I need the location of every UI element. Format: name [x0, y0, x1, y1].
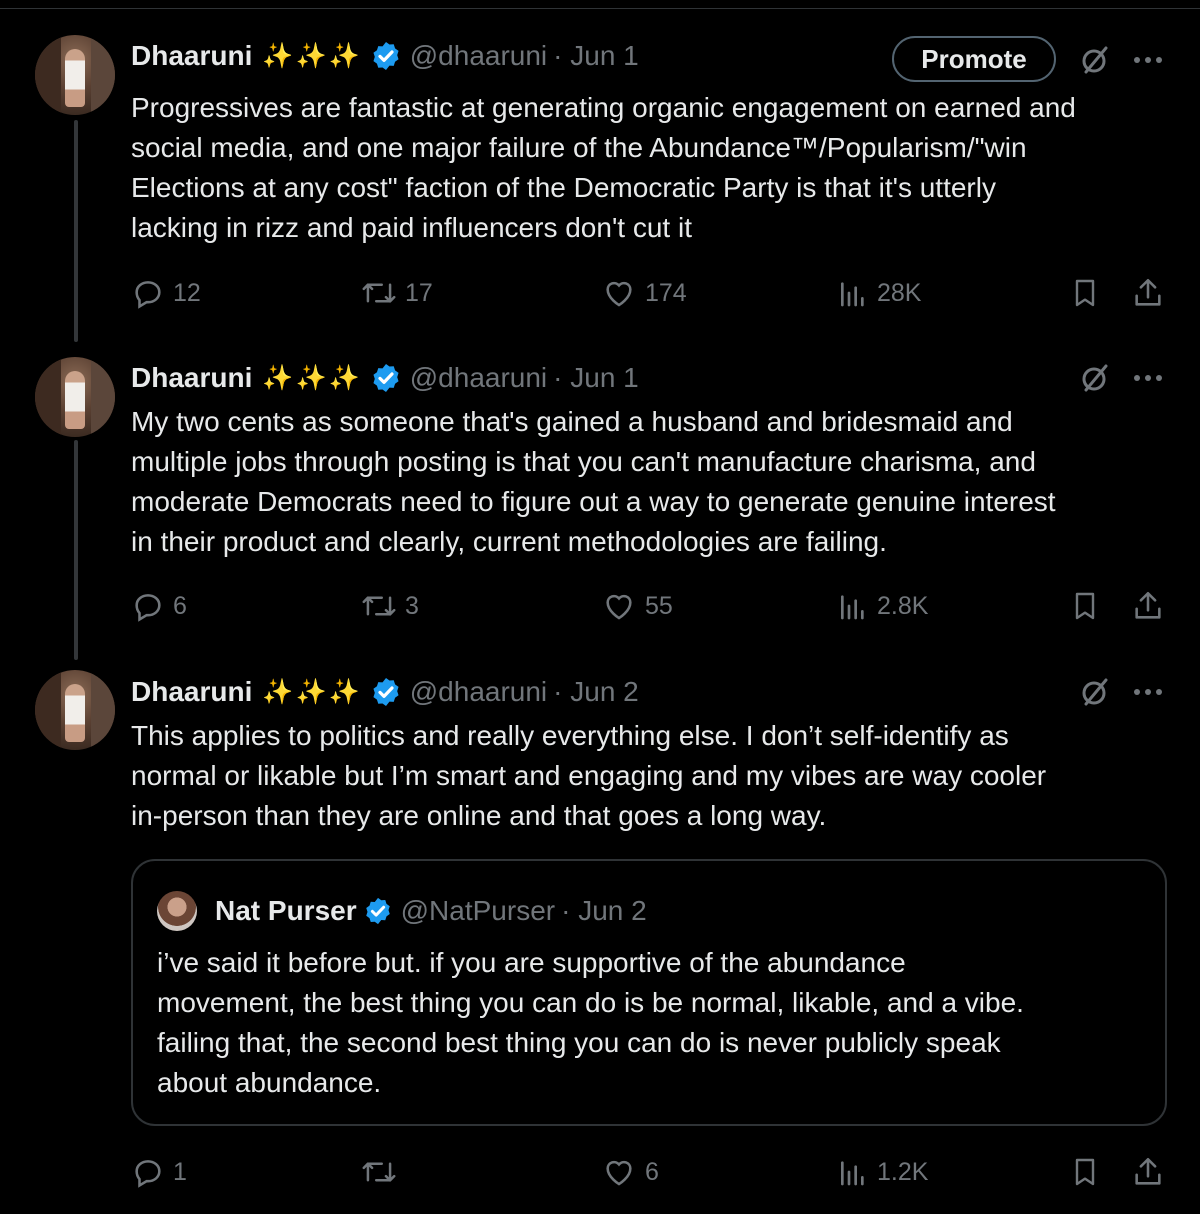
- like-icon: [606, 1160, 632, 1186]
- tweet-text: This applies to politics and really ever…: [131, 720, 1047, 831]
- reply-count: 6: [173, 591, 187, 620]
- like-count: 55: [645, 591, 673, 620]
- tweet-date[interactable]: · Jun 1: [553, 40, 639, 72]
- views-icon: [841, 1161, 864, 1186]
- bookmark-icon: [1075, 279, 1095, 307]
- more-icon[interactable]: [1130, 360, 1166, 396]
- tweet-actions: 6 3 55 2.8K: [131, 586, 1171, 626]
- repost-count: 3: [405, 591, 419, 620]
- author-handle[interactable]: @dhaaruni: [410, 676, 547, 708]
- views-button[interactable]: 1.2K: [837, 1152, 928, 1192]
- reply-count: 12: [173, 278, 201, 307]
- tweet-header: Dhaaruni ✨✨✨ @dhaaruni · Jun 1: [131, 36, 639, 76]
- views-count: 2.8K: [877, 591, 929, 620]
- quoted-tweet[interactable]: Nat Purser @NatPurser · Jun 2 i’ve said …: [131, 859, 1167, 1126]
- repost-button[interactable]: 3: [361, 586, 419, 626]
- more-icon[interactable]: [1130, 674, 1166, 710]
- views-count: 1.2K: [877, 1157, 929, 1186]
- like-icon: [606, 281, 632, 307]
- tweet-date[interactable]: · Jun 2: [553, 676, 639, 708]
- quoted-text: i’ve said it before but. if you are supp…: [157, 947, 1024, 1098]
- tweet[interactable]: Dhaaruni ✨✨✨ @dhaaruni · Jun 1 My two ce…: [0, 340, 1200, 658]
- verified-badge-icon[interactable]: [370, 676, 402, 708]
- quoted-author-handle[interactable]: @NatPurser: [401, 895, 555, 927]
- tweet-actions: 12 17 174 28K: [131, 273, 1171, 313]
- verified-badge-icon[interactable]: [370, 362, 402, 394]
- quoted-avatar[interactable]: [157, 891, 197, 931]
- verified-badge-icon[interactable]: [370, 40, 402, 72]
- repost-count: 17: [405, 278, 433, 307]
- bookmark-icon: [1075, 592, 1095, 620]
- avatar[interactable]: [35, 35, 115, 115]
- views-icon: [841, 282, 864, 307]
- reply-icon: [135, 594, 161, 622]
- bookmark-button[interactable]: [1069, 273, 1109, 313]
- repost-button[interactable]: [361, 1152, 405, 1192]
- bookmark-button[interactable]: [1069, 1152, 1109, 1192]
- views-button[interactable]: 2.8K: [837, 586, 928, 626]
- quoted-date[interactable]: · Jun 2: [561, 895, 647, 927]
- like-count: 6: [645, 1157, 659, 1186]
- grok-icon[interactable]: [1077, 674, 1113, 710]
- repost-button[interactable]: 17: [361, 273, 433, 313]
- tweet-text: Progressives are fantastic at generating…: [131, 92, 1076, 243]
- reply-button[interactable]: 12: [131, 273, 201, 313]
- grok-icon[interactable]: [1077, 42, 1113, 78]
- like-icon: [606, 594, 632, 620]
- sparkles-emoji: ✨✨✨: [262, 41, 362, 70]
- share-button[interactable]: [1131, 273, 1173, 313]
- promote-button[interactable]: Promote: [892, 36, 1056, 82]
- avatar[interactable]: [35, 357, 115, 437]
- tweet-header: Dhaaruni ✨✨✨ @dhaaruni · Jun 1: [131, 358, 639, 398]
- reply-icon: [135, 1160, 161, 1188]
- share-icon: [1135, 591, 1161, 619]
- tweet-text: My two cents as someone that's gained a …: [131, 406, 1056, 557]
- repost-icon: [362, 283, 396, 303]
- quoted-author-name[interactable]: Nat Purser: [215, 895, 357, 927]
- sparkles-emoji: ✨✨✨: [262, 677, 362, 706]
- author-handle[interactable]: @dhaaruni: [410, 40, 547, 72]
- author-name[interactable]: Dhaaruni: [131, 676, 252, 708]
- author-handle[interactable]: @dhaaruni: [410, 362, 547, 394]
- share-icon: [1135, 1157, 1161, 1185]
- share-icon: [1135, 278, 1161, 306]
- like-button[interactable]: 174: [601, 273, 687, 313]
- bookmark-icon: [1075, 1158, 1095, 1186]
- repost-icon: [362, 596, 396, 616]
- sparkles-emoji: ✨✨✨: [262, 363, 362, 392]
- tweet[interactable]: Dhaaruni ✨✨✨ @dhaaruni · Jun 1 Promote P…: [0, 0, 1200, 340]
- share-button[interactable]: [1131, 586, 1173, 626]
- avatar[interactable]: [35, 670, 115, 750]
- author-name[interactable]: Dhaaruni: [131, 362, 252, 394]
- grok-icon[interactable]: [1077, 360, 1113, 396]
- reply-button[interactable]: 6: [131, 586, 187, 626]
- views-count: 28K: [877, 278, 922, 307]
- author-name[interactable]: Dhaaruni: [131, 40, 252, 72]
- like-button[interactable]: 6: [601, 1152, 659, 1192]
- tweet-date[interactable]: · Jun 1: [553, 362, 639, 394]
- verified-badge-icon[interactable]: [363, 896, 393, 926]
- views-icon: [841, 595, 864, 620]
- quoted-header: Nat Purser @NatPurser · Jun 2: [215, 891, 647, 931]
- more-icon[interactable]: [1130, 42, 1166, 78]
- views-button[interactable]: 28K: [837, 273, 921, 313]
- tweet-header: Dhaaruni ✨✨✨ @dhaaruni · Jun 2: [131, 672, 639, 712]
- reply-icon: [135, 281, 161, 309]
- reply-button[interactable]: 1: [131, 1152, 187, 1192]
- bookmark-button[interactable]: [1069, 586, 1109, 626]
- repost-icon: [362, 1162, 396, 1182]
- like-button[interactable]: 55: [601, 586, 673, 626]
- share-button[interactable]: [1131, 1152, 1173, 1192]
- tweet-actions: 1 6 1.2K: [131, 1152, 1171, 1192]
- like-count: 174: [645, 278, 687, 307]
- reply-count: 1: [173, 1157, 187, 1186]
